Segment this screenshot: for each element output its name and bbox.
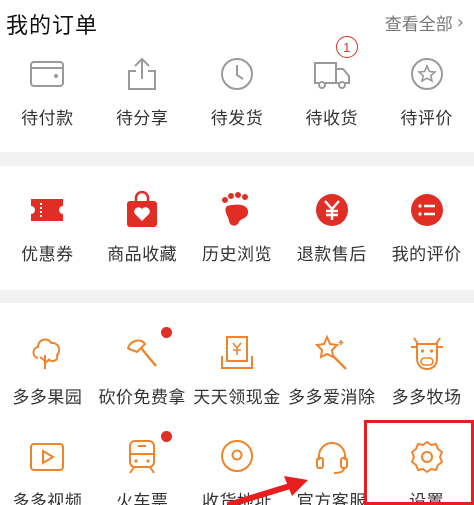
cow-icon [407, 333, 447, 373]
service-label: 商品收藏 [107, 245, 178, 265]
chevron-right-icon: › [456, 12, 464, 33]
orders-title: 我的订单 [6, 14, 99, 39]
orders-header: 我的订单 查看全部 › [0, 0, 474, 44]
axe-icon [122, 327, 173, 373]
service-label: 历史浏览 [201, 245, 272, 265]
yuan-icon [312, 190, 352, 230]
tool-label: 多多牧场 [391, 388, 462, 408]
gear-icon [407, 437, 447, 477]
tool-label: 天天领现金 [193, 388, 281, 408]
tools-row-2: 多多视频 火车票 收货地址 官方客服 设置 [0, 431, 474, 505]
tool-label: 砍价免费拿 [98, 388, 186, 408]
view-all-label: 查看全部 [384, 15, 453, 35]
clock-icon [217, 54, 257, 94]
tools-section: 多多果园 砍价免费拿 天天领现金 多多爱消除 多多牧场 多多视频 火车票 收货地… [0, 303, 474, 505]
new-dot-badge [161, 431, 173, 442]
footprint-icon [217, 190, 257, 230]
order-label: 待评价 [400, 109, 453, 129]
cash-icon [217, 333, 257, 373]
tool-label: 官方客服 [296, 492, 367, 505]
service-label: 优惠券 [21, 245, 74, 265]
bargain-entry[interactable]: 砍价免费拿 [95, 327, 190, 408]
tree-icon [27, 333, 67, 373]
order-pending-ship[interactable]: 待发货 [190, 54, 285, 129]
location-icon [217, 437, 257, 477]
coupon-icon [27, 190, 67, 230]
comment-list-icon [407, 190, 447, 230]
tool-label: 设置 [409, 492, 445, 505]
magic-wand-icon [312, 333, 352, 373]
service-label: 我的评价 [391, 245, 462, 265]
order-label: 待分享 [115, 109, 169, 129]
video-icon [27, 437, 67, 477]
history-entry[interactable]: 历史浏览 [190, 190, 285, 265]
heart-bag-icon [122, 190, 162, 230]
favorites-entry[interactable]: 商品收藏 [95, 190, 190, 265]
tool-label: 多多爱消除 [288, 388, 376, 408]
services-row: 优惠券 商品收藏 历史浏览 退款售后 我的评价 [0, 190, 474, 265]
order-label: 待发货 [210, 109, 264, 129]
order-pending-payment[interactable]: 待付款 [0, 54, 95, 129]
tools-row-1: 多多果园 砍价免费拿 天天领现金 多多爱消除 多多牧场 [0, 327, 474, 408]
refund-entry[interactable]: 退款售后 [284, 190, 379, 265]
my-reviews-entry[interactable]: 我的评价 [379, 190, 474, 265]
tool-label: 多多果园 [12, 388, 83, 408]
train-icon [122, 431, 173, 477]
customer-service-entry[interactable]: 官方客服 [284, 437, 379, 505]
order-label: 待收货 [305, 109, 359, 129]
services-section: 优惠券 商品收藏 历史浏览 退款售后 我的评价 [0, 166, 474, 290]
orders-section: 我的订单 查看全部 › 待付款 待分享 待发货 1 待收货 待评价 [0, 0, 474, 152]
address-entry[interactable]: 收货地址 [190, 437, 285, 505]
order-label: 待付款 [21, 109, 74, 129]
star-bubble-icon [407, 54, 447, 94]
train-ticket-entry[interactable]: 火车票 [95, 431, 190, 505]
orchard-entry[interactable]: 多多果园 [0, 333, 95, 408]
view-all-orders-link[interactable]: 查看全部 › [385, 10, 464, 35]
headset-icon [312, 437, 352, 477]
settings-entry[interactable]: 设置 [379, 437, 474, 505]
elimination-game-entry[interactable]: 多多爱消除 [284, 333, 379, 408]
video-entry[interactable]: 多多视频 [0, 437, 95, 505]
order-pending-receive[interactable]: 1 待收货 [284, 36, 379, 129]
ranch-entry[interactable]: 多多牧场 [379, 333, 474, 408]
unread-count-badge: 1 [335, 36, 358, 58]
coupons-entry[interactable]: 优惠券 [0, 190, 95, 265]
share-icon [122, 54, 162, 94]
tool-label: 收货地址 [201, 492, 272, 505]
truck-icon: 1 [312, 36, 358, 94]
tool-label: 多多视频 [12, 492, 83, 505]
tool-label: 火车票 [115, 492, 169, 505]
order-pending-share[interactable]: 待分享 [95, 54, 190, 129]
service-label: 退款售后 [296, 245, 367, 265]
daily-cash-entry[interactable]: 天天领现金 [190, 333, 285, 408]
wallet-icon [27, 54, 67, 94]
new-dot-badge [161, 327, 173, 338]
order-pending-review[interactable]: 待评价 [379, 54, 474, 129]
orders-status-row: 待付款 待分享 待发货 1 待收货 待评价 [0, 36, 474, 129]
